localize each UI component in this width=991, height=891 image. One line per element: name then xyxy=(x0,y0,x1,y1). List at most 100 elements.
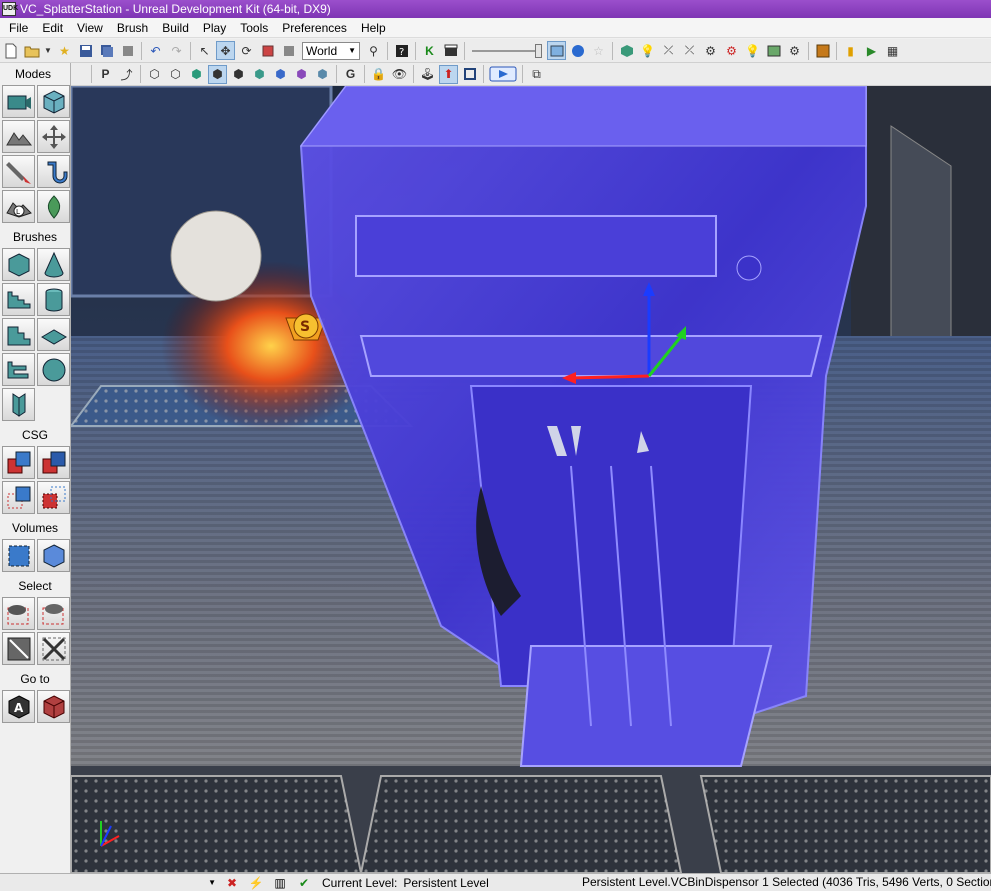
landscape-mode-button[interactable]: L xyxy=(2,190,35,223)
perspective-viewport[interactable]: S xyxy=(71,86,991,873)
build-all-icon[interactable]: ⚙ xyxy=(701,41,720,60)
realtime-slider[interactable] xyxy=(472,42,542,60)
goto-builder-brush-button[interactable] xyxy=(37,690,70,723)
foliage-mode-button[interactable] xyxy=(37,190,70,223)
unlit-view-icon[interactable]: ⬢ xyxy=(187,65,206,84)
content-browser-icon[interactable] xyxy=(813,41,832,60)
lock-icon[interactable]: 🔒 xyxy=(369,65,388,84)
invert-selection-button[interactable] xyxy=(37,632,70,665)
bookmark-star-icon[interactable]: ☆ xyxy=(589,41,608,60)
build-lighting-icon[interactable]: 💡 xyxy=(638,41,657,60)
gizmo-x-axis[interactable] xyxy=(570,374,650,380)
save-icon[interactable] xyxy=(76,41,95,60)
play-in-viewport-icon[interactable]: ▦ xyxy=(883,41,902,60)
game-view-icon[interactable] xyxy=(568,41,587,60)
lit-view-icon[interactable]: ⬢ xyxy=(208,64,227,84)
select-cursor-icon[interactable]: ↖ xyxy=(195,41,214,60)
curved-staircase-brush-button[interactable] xyxy=(2,283,35,316)
lighting-only-icon[interactable]: ⬢ xyxy=(250,65,269,84)
volumetric-brush-button[interactable] xyxy=(2,388,35,421)
cylinder-brush-button[interactable] xyxy=(37,283,70,316)
mesh-paint-mode-button[interactable] xyxy=(2,155,35,188)
open-folder-icon[interactable] xyxy=(22,41,41,60)
cone-brush-button[interactable] xyxy=(37,248,70,281)
realtime-audio-icon[interactable]: ⬆ xyxy=(439,64,458,84)
drag-grid-icon[interactable]: ✖ xyxy=(221,875,243,891)
light-complexity-icon[interactable]: ⬢ xyxy=(271,65,290,84)
build-paths-icon[interactable]: ⤫ xyxy=(659,41,678,60)
texture-alignment-mode-button[interactable] xyxy=(37,120,70,153)
status-combo[interactable]: ▼ xyxy=(0,875,220,891)
k-kismet-icon[interactable]: K xyxy=(420,41,439,60)
camera-mode-button[interactable] xyxy=(2,85,35,118)
pivot-icon[interactable]: ⤴ xyxy=(117,65,136,84)
scale-grid-icon[interactable]: ▥ xyxy=(269,875,291,891)
menu-view[interactable]: View xyxy=(70,21,110,35)
realtime-preview-icon[interactable] xyxy=(547,41,566,60)
save-copy-icon[interactable] xyxy=(118,41,137,60)
sheet-brush-button[interactable] xyxy=(37,318,70,351)
rotate-tool-icon[interactable]: ⟳ xyxy=(237,41,256,60)
csg-intersect-button[interactable] xyxy=(2,481,35,514)
new-file-icon[interactable] xyxy=(1,41,20,60)
show-selected-button[interactable] xyxy=(2,597,35,630)
sphere-brush-button[interactable] xyxy=(37,353,70,386)
rotation-grid-icon[interactable]: ⚡ xyxy=(245,875,267,891)
shader-complexity-icon[interactable]: ⬢ xyxy=(313,65,332,84)
scale-nonuniform-icon[interactable] xyxy=(279,41,298,60)
undo-icon[interactable]: ↶ xyxy=(146,41,165,60)
favorite-star-icon[interactable]: ★ xyxy=(55,41,74,60)
menu-build[interactable]: Build xyxy=(155,21,196,35)
p-toggle-icon[interactable]: P xyxy=(96,65,115,84)
menu-play[interactable]: Play xyxy=(196,21,233,35)
menu-brush[interactable]: Brush xyxy=(110,21,155,35)
matinee-icon[interactable] xyxy=(441,41,460,60)
menu-preferences[interactable]: Preferences xyxy=(275,21,354,35)
autosave-icon[interactable]: ✔ xyxy=(293,875,315,891)
add-volume-button[interactable] xyxy=(2,539,35,572)
brush-wireframe-view-icon[interactable]: ⬡ xyxy=(166,65,185,84)
play-from-here-icon[interactable] xyxy=(488,65,518,84)
map-check-icon[interactable] xyxy=(764,41,783,60)
build-cover-icon[interactable]: ⤫ xyxy=(680,41,699,60)
menu-edit[interactable]: Edit xyxy=(35,21,70,35)
volume-list-button[interactable] xyxy=(37,539,70,572)
hide-selected-button[interactable] xyxy=(37,597,70,630)
scale-tool-icon[interactable] xyxy=(258,41,277,60)
joystick-icon[interactable]: 🕹 xyxy=(418,65,437,84)
eye-icon[interactable]: 👁 xyxy=(390,65,409,84)
coordinate-system-select[interactable]: World ▼ xyxy=(302,41,360,60)
menu-help[interactable]: Help xyxy=(354,21,393,35)
g-game-mode-icon[interactable]: G xyxy=(341,65,360,84)
detail-lighting-icon[interactable]: ⬢ xyxy=(229,65,248,84)
viewport-square-icon[interactable] xyxy=(460,65,479,84)
kismet-icon[interactable]: ? xyxy=(392,41,411,60)
play-in-editor-icon[interactable]: ▶ xyxy=(862,41,881,60)
chevron-down-icon[interactable]: ▼ xyxy=(43,41,53,60)
geometry-mode-button[interactable] xyxy=(37,85,70,118)
build-settings-icon[interactable]: ⚙ xyxy=(785,41,804,60)
save-all-icon[interactable] xyxy=(97,41,116,60)
csg-add-button[interactable] xyxy=(2,446,35,479)
light-bulb-icon[interactable]: 💡 xyxy=(743,41,762,60)
cube-brush-button[interactable] xyxy=(2,248,35,281)
translate-tool-icon[interactable]: ✥ xyxy=(216,41,235,60)
wireframe-view-icon[interactable]: ⬡ xyxy=(145,65,164,84)
texture-density-icon[interactable]: ⬢ xyxy=(292,65,311,84)
play-on-pc-icon[interactable]: ▮ xyxy=(841,41,860,60)
spiral-staircase-brush-button[interactable] xyxy=(2,353,35,386)
maximize-viewport-icon[interactable]: ⧉ xyxy=(527,65,546,84)
terrain-mode-button[interactable] xyxy=(2,120,35,153)
static-mesh-mode-button[interactable] xyxy=(37,155,70,188)
goto-actor-button[interactable]: A xyxy=(2,690,35,723)
lighting-build-options-icon[interactable]: ⚙ xyxy=(722,41,741,60)
csg-deintersect-button[interactable] xyxy=(37,481,70,514)
menu-file[interactable]: File xyxy=(2,21,35,35)
binoculars-icon[interactable]: ⚲ xyxy=(364,41,383,60)
menu-tools[interactable]: Tools xyxy=(233,21,275,35)
csg-subtract-button[interactable] xyxy=(37,446,70,479)
linear-staircase-brush-button[interactable] xyxy=(2,318,35,351)
redo-icon[interactable]: ↷ xyxy=(167,41,186,60)
select-all-button[interactable] xyxy=(2,632,35,665)
build-geometry-icon[interactable] xyxy=(617,41,636,60)
